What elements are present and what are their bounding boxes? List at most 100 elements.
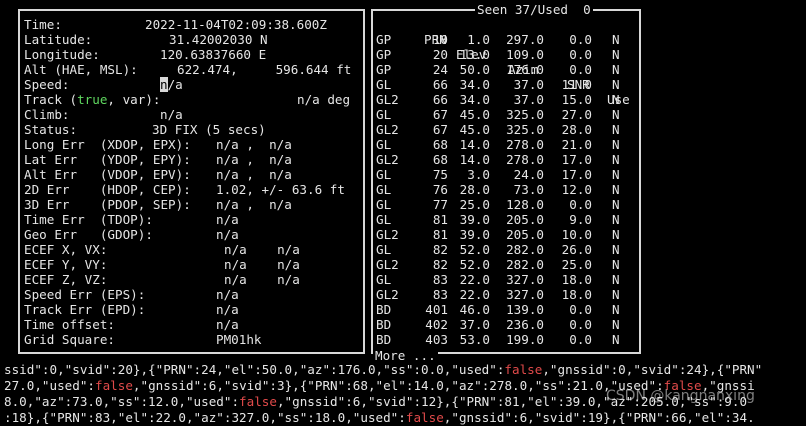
long-err-label: Long Err (XDOP, EPX): xyxy=(24,137,191,152)
satellite-gnss-cell: BD xyxy=(376,317,392,332)
satellite-azim-cell: 73.0 xyxy=(513,182,544,197)
satellite-use-cell: N xyxy=(612,287,620,302)
lat-err-label: Lat Err (YDOP, EPY): xyxy=(24,152,191,167)
longitude-value: 120.63837660 E xyxy=(160,47,267,62)
satellite-snr-cell: 18.0 xyxy=(561,272,592,287)
satellite-elev-cell: 22.0 xyxy=(459,287,490,302)
satellite-snr-cell: 11.0 xyxy=(561,77,592,92)
satellite-use-cell: N xyxy=(612,317,620,332)
satellite-snr-cell: 0.0 xyxy=(569,332,592,347)
satellite-prn-cell: 10 xyxy=(432,32,448,47)
satellite-snr-cell: 9.0 xyxy=(569,212,592,227)
satellite-elev-cell: 52.0 xyxy=(459,257,490,272)
satellite-azim-cell: 205.0 xyxy=(506,227,544,242)
time-offset-value: n/a xyxy=(216,317,239,332)
satellite-snr-cell: 12.0 xyxy=(561,182,592,197)
long-err-value: n/a , n/a xyxy=(216,137,292,152)
satellite-elev-cell: 3.0 xyxy=(467,167,490,182)
satellite-prn-cell: 66 xyxy=(432,77,448,92)
geo-err-label: Geo Err (GDOP): xyxy=(24,227,153,242)
satellite-prn-cell: 66 xyxy=(432,92,448,107)
satellite-azim-cell: 297.0 xyxy=(506,32,544,47)
satellite-gnss-cell: GL2 xyxy=(376,122,399,137)
ecef-y-value: n/a n/a xyxy=(224,257,300,272)
ecef-y-label: ECEF Y, VY: xyxy=(24,257,108,272)
satellite-prn-cell: 83 xyxy=(432,287,448,302)
err-3d-label: 3D Err (PDOP, SEP): xyxy=(24,197,191,212)
alt-err-value: n/a , n/a xyxy=(216,167,292,182)
satellite-prn-cell: 76 xyxy=(432,182,448,197)
satellite-use-cell: N xyxy=(612,92,620,107)
json-text-segment: ,"gnssid":6,"svid":3},{"PRN":68,"el":14.… xyxy=(132,378,664,393)
speed-err-label: Speed Err (EPS): xyxy=(24,287,146,302)
satellite-gnss-cell: BD xyxy=(376,332,392,347)
satellite-elev-cell: 1.0 xyxy=(467,32,490,47)
satellite-use-cell: N xyxy=(612,107,620,122)
satellite-elev-cell: 13.0 xyxy=(459,47,490,62)
satellite-use-cell: N xyxy=(612,62,620,77)
satellite-use-cell: N xyxy=(612,152,620,167)
status-value: 3D FIX (5 secs) xyxy=(152,122,266,137)
satellite-azim-cell: 37.0 xyxy=(513,77,544,92)
json-text-segment: 27.0,"used": xyxy=(4,378,95,393)
satellite-azim-cell: 282.0 xyxy=(506,242,544,257)
satellite-azim-cell: 128.0 xyxy=(506,197,544,212)
json-false-token: false xyxy=(405,410,444,425)
json-text-segment: ,"gnssid":6,"svid":19},{"PRN":66,"el":34… xyxy=(443,410,755,425)
grid-square-label: Grid Square: xyxy=(24,332,115,347)
satellite-elev-cell: 37.0 xyxy=(459,317,490,332)
satellite-prn-cell: 403 xyxy=(425,332,448,347)
climb-label: Climb: xyxy=(24,107,70,122)
satellite-elev-cell: 14.0 xyxy=(459,137,490,152)
satellite-gnss-cell: GL xyxy=(376,182,392,197)
satellite-elev-cell: 46.0 xyxy=(459,302,490,317)
satellite-gnss-cell: GL xyxy=(376,242,392,257)
satellite-elev-cell: 45.0 xyxy=(459,107,490,122)
satellite-elev-cell: 50.0 xyxy=(459,62,490,77)
track-value: n/a deg xyxy=(297,92,351,107)
speed-label: Speed: xyxy=(24,77,70,92)
satellite-azim-cell: 205.0 xyxy=(506,212,544,227)
satellite-table-header: PRN Elev Azim SNR Use xyxy=(376,17,630,107)
satellite-elev-cell: 14.0 xyxy=(459,152,490,167)
satellite-elev-cell: 39.0 xyxy=(459,212,490,227)
satellite-prn-cell: 401 xyxy=(425,302,448,317)
satellite-azim-cell: 24.0 xyxy=(513,167,544,182)
grid-square-value: PM01hk xyxy=(216,332,262,347)
satellite-azim-cell: 278.0 xyxy=(506,137,544,152)
satellite-elev-cell: 25.0 xyxy=(459,197,490,212)
satellite-gnss-cell: GP xyxy=(376,62,392,77)
satellite-prn-cell: 83 xyxy=(432,272,448,287)
satellite-prn-cell: 82 xyxy=(432,257,448,272)
satellite-azim-cell: 325.0 xyxy=(506,107,544,122)
time-err-value: n/a xyxy=(216,212,239,227)
json-false-token: false xyxy=(95,378,133,393)
satellite-snr-cell: 0.0 xyxy=(569,47,592,62)
geo-err-value: n/a xyxy=(216,227,239,242)
satellite-prn-cell: 67 xyxy=(432,107,448,122)
climb-value: n/a xyxy=(160,107,183,122)
time-offset-label: Time offset: xyxy=(24,317,115,332)
satellite-elev-cell: 22.0 xyxy=(459,272,490,287)
satellite-azim-cell: 278.0 xyxy=(506,152,544,167)
satellite-use-cell: N xyxy=(612,47,620,62)
satellite-prn-cell: 24 xyxy=(432,62,448,77)
satellite-gnss-cell: GL2 xyxy=(376,257,399,272)
satellite-gnss-cell: GL2 xyxy=(376,227,399,242)
satellite-azim-cell: 109.0 xyxy=(506,47,544,62)
alt-err-label: Alt Err (VDOP, EPV): xyxy=(24,167,191,182)
satellite-use-cell: N xyxy=(612,302,620,317)
satellite-snr-cell: 0.0 xyxy=(569,62,592,77)
satellite-gnss-cell: GL xyxy=(376,167,392,182)
satellite-use-cell: N xyxy=(612,242,620,257)
terminal-cursor: n xyxy=(160,77,168,92)
satellite-use-cell: N xyxy=(612,167,620,182)
satellite-elev-cell: 28.0 xyxy=(459,182,490,197)
satellite-use-cell: N xyxy=(612,197,620,212)
satellite-use-cell: N xyxy=(612,137,620,152)
more-indicator: More ... xyxy=(373,348,438,363)
altitude-label: Alt (HAE, MSL): xyxy=(24,62,138,77)
satellite-elev-cell: 39.0 xyxy=(459,227,490,242)
time-value: 2022-11-04T02:09:38.600Z xyxy=(145,17,327,32)
time-row: Time: xyxy=(24,17,62,32)
